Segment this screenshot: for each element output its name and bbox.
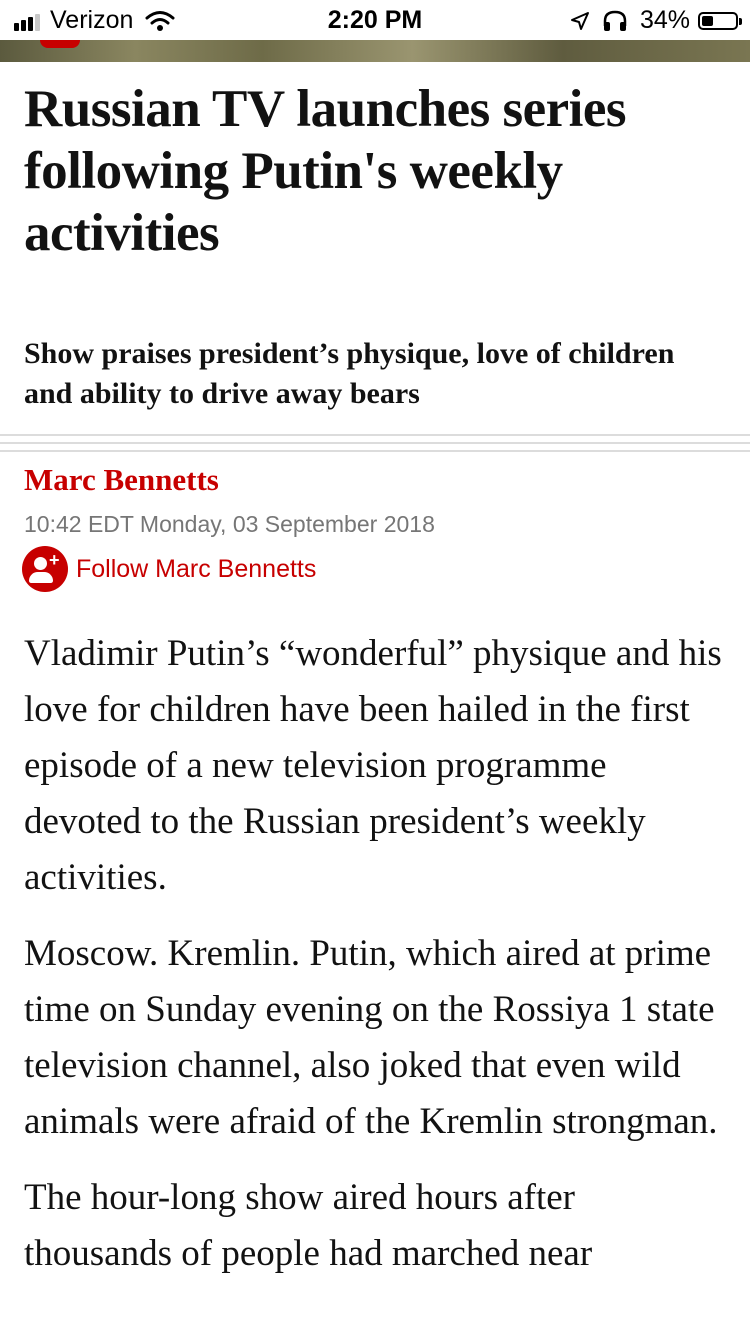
status-right: 34% <box>570 6 742 35</box>
headphones-icon <box>603 10 627 31</box>
article-headline: Russian TV launches series following Put… <box>24 80 627 262</box>
author-byline[interactable]: Marc Bennetts <box>24 460 219 500</box>
battery-percent: 34% <box>639 6 690 34</box>
follow-author-label[interactable]: Follow Marc Bennetts <box>76 553 316 585</box>
article-paragraph: Moscow. Kremlin. Putin, which aired at p… <box>24 933 718 1142</box>
hero-image[interactable] <box>0 40 750 62</box>
status-bar: Verizon 2:20 PM 34% <box>0 0 750 40</box>
location-arrow-icon <box>570 11 589 30</box>
article-paragraph: Vladimir Putin’s “wonderful” physique an… <box>24 633 722 898</box>
section-divider <box>0 428 750 452</box>
publish-dateline: 10:42 EDT Monday, 03 September 2018 <box>24 511 435 537</box>
article-body: Vladimir Putin’s “wonderful” physique an… <box>24 626 730 1302</box>
battery-fill <box>702 15 713 26</box>
add-contact-icon[interactable]: + <box>22 546 68 592</box>
follow-author-button[interactable]: + Follow Marc Bennetts <box>22 546 316 592</box>
media-badge <box>40 40 80 48</box>
battery-icon <box>698 11 742 30</box>
article-paragraph: The hour-long show aired hours after tho… <box>24 1177 593 1274</box>
article-standfirst: Show praises president’s physique, love … <box>24 337 675 410</box>
